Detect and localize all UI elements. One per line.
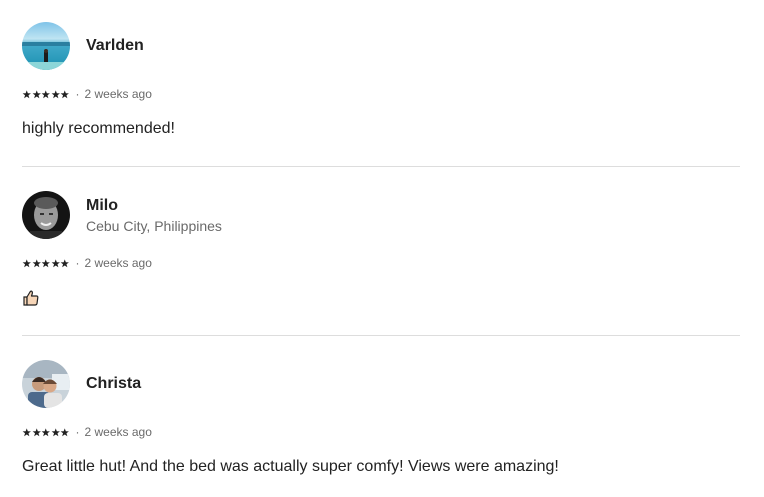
star-icon xyxy=(41,89,50,98)
review-text: highly recommended! xyxy=(22,120,175,137)
avatar[interactable] xyxy=(22,360,70,408)
reviewer-info: Milo Cebu City, Philippines xyxy=(86,196,222,235)
review-card: Christa · 2 weeks ago Great little hut! … xyxy=(22,359,740,478)
meta-separator: · xyxy=(75,87,80,101)
review-meta: · 2 weeks ago xyxy=(22,422,740,442)
reviewer-name[interactable]: Varlden xyxy=(86,36,144,56)
divider xyxy=(22,335,740,336)
reviewer-info: Varlden xyxy=(86,36,144,56)
star-icon xyxy=(51,89,60,98)
star-icon xyxy=(32,89,41,98)
star-icon xyxy=(51,258,60,267)
meta-separator: · xyxy=(75,425,80,439)
star-icon xyxy=(41,258,50,267)
reviewer-info: Christa xyxy=(86,374,141,394)
star-icon xyxy=(32,258,41,267)
star-icon xyxy=(60,258,69,267)
star-icon xyxy=(51,427,60,436)
avatar[interactable] xyxy=(22,22,70,70)
thumbs-up-icon xyxy=(23,290,39,306)
star-rating xyxy=(22,89,70,99)
divider xyxy=(22,166,740,167)
avatar[interactable] xyxy=(22,191,70,239)
star-icon xyxy=(22,427,31,436)
meta-separator: · xyxy=(75,256,80,270)
reviewer-name[interactable]: Milo xyxy=(86,196,222,216)
review-header: Christa xyxy=(22,359,740,409)
review-meta: · 2 weeks ago xyxy=(22,253,740,273)
review-meta: · 2 weeks ago xyxy=(22,84,740,104)
star-icon xyxy=(22,258,31,267)
star-icon xyxy=(41,427,50,436)
star-icon xyxy=(60,427,69,436)
review-header: Milo Cebu City, Philippines xyxy=(22,190,740,240)
review-date: 2 weeks ago xyxy=(84,256,152,270)
reviewer-name[interactable]: Christa xyxy=(86,374,141,394)
review-card: Varlden · 2 weeks ago highly recommended… xyxy=(22,21,740,140)
review-text: Great little hut! And the bed was actual… xyxy=(22,458,559,475)
review-header: Varlden xyxy=(22,21,740,71)
star-icon xyxy=(60,89,69,98)
star-icon xyxy=(22,89,31,98)
review-card: Milo Cebu City, Philippines · 2 weeks ag… xyxy=(22,190,740,309)
reviewer-location: Cebu City, Philippines xyxy=(86,217,222,234)
review-text xyxy=(22,287,740,309)
star-rating xyxy=(22,427,70,437)
review-date: 2 weeks ago xyxy=(84,425,152,439)
star-icon xyxy=(32,427,41,436)
star-rating xyxy=(22,258,70,268)
review-date: 2 weeks ago xyxy=(84,87,152,101)
